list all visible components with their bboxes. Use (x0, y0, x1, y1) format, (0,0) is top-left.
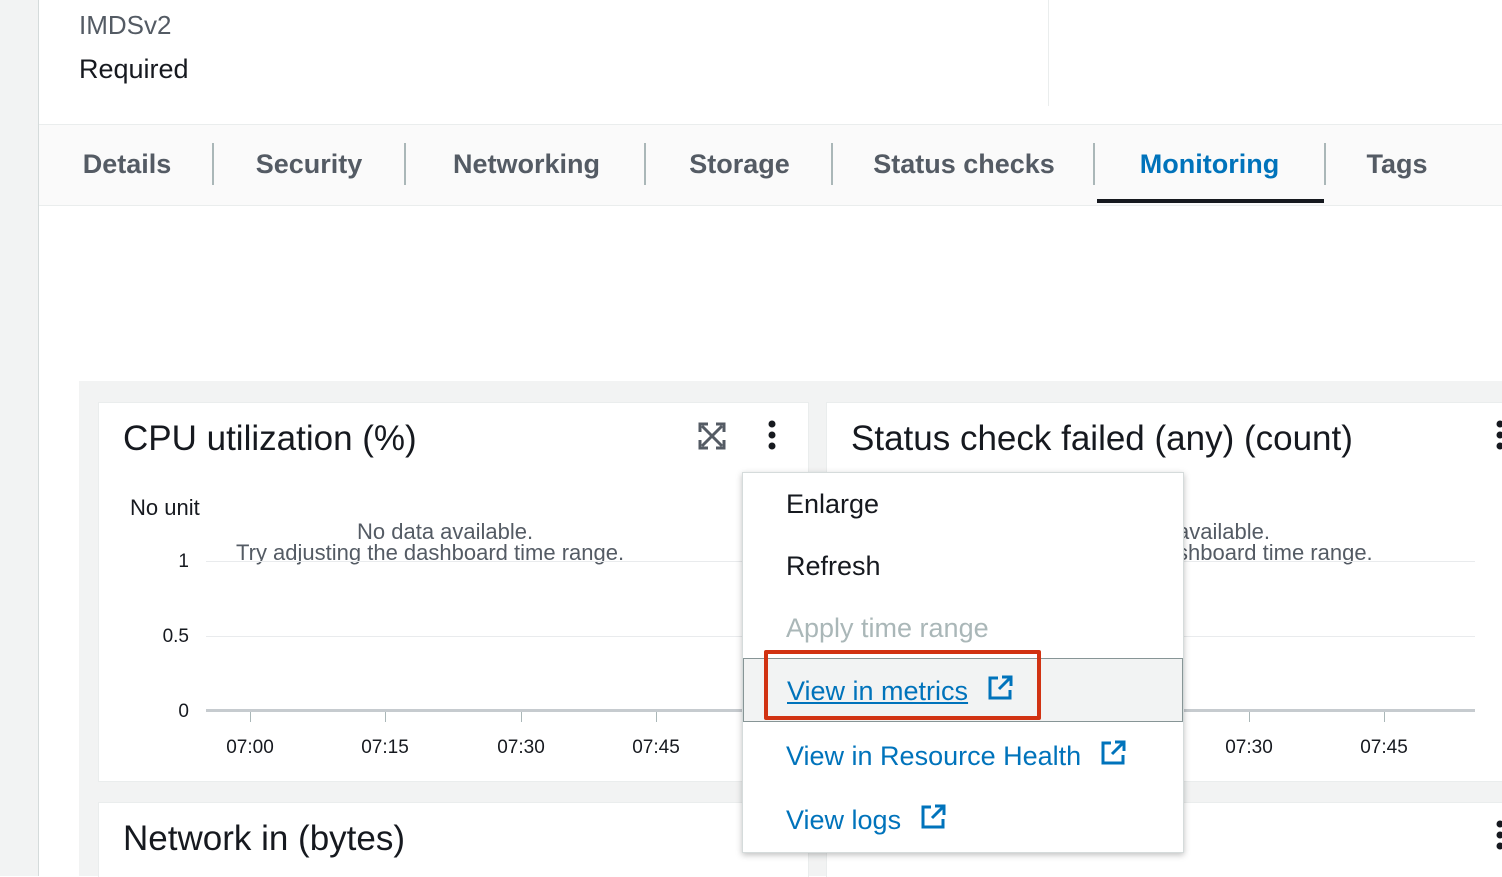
gridline (206, 561, 808, 562)
external-link-icon (986, 661, 1014, 725)
menu-item-label: Apply time range (786, 613, 989, 643)
x-tick-mark (521, 712, 522, 722)
menu-item-view-logs[interactable]: View logs (743, 789, 1183, 851)
menu-item-label: View logs (786, 805, 901, 835)
tab-monitoring[interactable]: Monitoring (1113, 125, 1306, 205)
left-navigation-rail (0, 0, 39, 876)
summary-divider (1048, 0, 1049, 106)
menu-item-label: Refresh (786, 551, 881, 581)
tab-separator (212, 143, 214, 185)
menu-item-view-in-metrics[interactable]: View in metrics (743, 658, 1183, 722)
fullscreen-icon[interactable] (697, 421, 727, 456)
gridline (206, 636, 808, 637)
y-axis-unit-label: No unit (130, 495, 200, 521)
y-tick: 0 (149, 701, 189, 723)
more-vertical-icon[interactable] (1494, 419, 1502, 456)
menu-item-label: View in Resource Health (786, 741, 1081, 771)
widget-title: CPU utilization (%) (123, 419, 417, 459)
no-data-message: available. (1177, 521, 1270, 542)
active-tab-indicator (1097, 199, 1324, 203)
instance-summary: IMDSv2 Required (39, 0, 1502, 124)
menu-item-refresh[interactable]: Refresh (743, 535, 1183, 597)
tab-separator (831, 143, 833, 185)
more-vertical-icon[interactable] (766, 419, 778, 456)
menu-item-apply-time-range: Apply time range (743, 597, 1183, 659)
no-data-hint: Try adjusting the dashboard time range. (236, 542, 624, 563)
cpu-utilization-widget: CPU utilization (%) No unit No data avai… (98, 402, 809, 782)
tab-separator (644, 143, 646, 185)
widget-title: Network in (bytes) (123, 819, 405, 859)
y-tick: 0.5 (149, 626, 189, 648)
tab-separator (404, 143, 406, 185)
menu-item-label: View in metrics (787, 676, 968, 706)
imds-label: IMDSv2 (79, 10, 171, 41)
x-tick-mark (656, 712, 657, 722)
tab-tags[interactable]: Tags (1344, 125, 1450, 205)
tab-separator (1093, 143, 1095, 185)
external-link-icon (919, 791, 947, 853)
x-tick: 07:30 (1214, 737, 1284, 759)
tab-networking[interactable]: Networking (428, 125, 625, 205)
x-tick: 07:15 (350, 737, 420, 759)
x-tick-mark (1384, 712, 1385, 722)
instance-tabs: Details Security Networking Storage Stat… (39, 124, 1502, 206)
tab-details[interactable]: Details (61, 125, 193, 205)
x-axis-baseline (206, 709, 808, 712)
x-tick: 07:45 (621, 737, 691, 759)
tab-separator (1324, 143, 1326, 185)
menu-item-enlarge[interactable]: Enlarge (743, 473, 1183, 535)
x-tick-mark (250, 712, 251, 722)
widget-actions-menu: Enlarge Refresh Apply time range View in… (742, 472, 1184, 853)
x-tick-mark (1249, 712, 1250, 722)
no-data-hint: shboard time range. (1177, 542, 1373, 563)
x-tick: 07:45 (1349, 737, 1419, 759)
network-in-widget: Network in (bytes) (98, 802, 809, 877)
no-data-message: No data available. (357, 521, 533, 542)
x-tick-mark (385, 712, 386, 722)
tab-status-checks[interactable]: Status checks (853, 125, 1075, 205)
y-tick: 1 (149, 551, 189, 573)
widget-title: Status check failed (any) (count) (851, 419, 1353, 459)
imds-value: Required (79, 54, 189, 85)
menu-item-view-in-resource-health[interactable]: View in Resource Health (743, 725, 1183, 787)
external-link-icon (1099, 727, 1127, 789)
tab-security[interactable]: Security (236, 125, 382, 205)
x-tick: 07:30 (486, 737, 556, 759)
gridline (1177, 561, 1475, 562)
tab-storage[interactable]: Storage (668, 125, 811, 205)
more-vertical-icon[interactable] (1494, 819, 1502, 856)
x-axis-baseline (1177, 709, 1475, 712)
gridline (1177, 636, 1475, 637)
x-tick: 07:00 (215, 737, 285, 759)
menu-item-label: Enlarge (786, 489, 879, 519)
